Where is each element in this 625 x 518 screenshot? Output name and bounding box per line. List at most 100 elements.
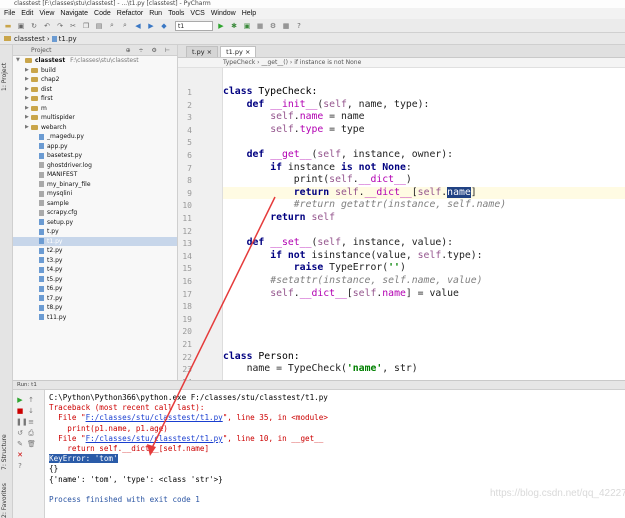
run-config-select[interactable]: t1	[175, 20, 213, 31]
code-breadcrumb[interactable]: TypeCheck › __get__() › if instance is n…	[178, 58, 625, 68]
scroll-up-icon[interactable]: ↑	[27, 396, 35, 404]
file-icon	[39, 295, 44, 301]
settings-icon[interactable]: ⚙	[268, 21, 278, 31]
run-title: Run	[17, 382, 28, 388]
menu-refactor[interactable]: Refactor	[117, 10, 143, 17]
menu-run[interactable]: Run	[149, 10, 162, 17]
close-icon[interactable]: ✕	[16, 451, 24, 459]
tab-t1-py[interactable]: t1.py ×	[220, 46, 257, 57]
sdk-icon[interactable]: ▦	[281, 21, 291, 31]
coverage-icon[interactable]: ▣	[242, 21, 252, 31]
tree-file-item[interactable]: t1.py	[13, 236, 177, 246]
sync-icon[interactable]: ↻	[29, 21, 39, 31]
project-panel-title[interactable]: Project	[31, 47, 52, 54]
menu-file[interactable]: File	[4, 10, 15, 17]
chevron-right-icon[interactable]: ▶	[25, 75, 29, 85]
chevron-right-icon[interactable]: ▶	[25, 94, 29, 104]
code-area[interactable]: class TypeCheck: def __init__(self, name…	[223, 68, 625, 380]
tree-file-item[interactable]: t11.py	[13, 313, 177, 323]
breadcrumb-project[interactable]: classtest	[14, 35, 45, 43]
paste-icon[interactable]: ▤	[94, 21, 104, 31]
redo-icon[interactable]: ↷	[55, 21, 65, 31]
project-tool-tab[interactable]: 1: Project	[1, 51, 12, 91]
file-link[interactable]: F:/classes/stu/classtest/t1.py	[86, 434, 223, 443]
save-icon[interactable]: ▣	[16, 21, 26, 31]
tree-file-item[interactable]: t8.py	[13, 303, 177, 313]
help-icon[interactable]: ?	[294, 21, 304, 31]
find-icon[interactable]: ⌕	[107, 21, 117, 31]
menu-view[interactable]: View	[39, 10, 54, 17]
tab-t-py[interactable]: t.py ×	[186, 46, 219, 57]
menu-tools[interactable]: Tools	[168, 10, 184, 17]
tree-file-item[interactable]: ghostdriver.log	[13, 161, 177, 171]
tree-folder-item[interactable]: ▶ multispider	[13, 113, 177, 123]
tree-file-item[interactable]: sample	[13, 199, 177, 209]
tree-file-item[interactable]: mysqlini	[13, 189, 177, 199]
wrap-icon[interactable]: ≡	[27, 418, 35, 426]
structure-tool-tab[interactable]: 7: Structure	[1, 430, 12, 470]
panel-actions-icon[interactable]: ⊕ ÷ ⚙ ⊢	[126, 45, 173, 56]
project-panel: Project ⊕ ÷ ⚙ ⊢ ▼ classtest F:\classes\s…	[13, 45, 178, 380]
chevron-right-icon[interactable]: ▶	[25, 123, 29, 133]
menu-help[interactable]: Help	[242, 10, 256, 17]
code-line: class Person:	[223, 350, 300, 362]
back-icon[interactable]: ◀	[133, 21, 143, 31]
favorites-tool-tab[interactable]: 2: Favorites	[1, 480, 12, 518]
pin-icon[interactable]: ✎	[16, 440, 24, 448]
tree-file-item[interactable]: t7.py	[13, 294, 177, 304]
stop-icon[interactable]: ■	[16, 407, 24, 415]
scroll-down-icon[interactable]: ↓	[27, 407, 35, 415]
chevron-right-icon[interactable]: ▶	[25, 113, 29, 123]
cut-icon[interactable]: ✂	[68, 21, 78, 31]
menu-window[interactable]: Window	[211, 10, 236, 17]
stop-icon[interactable]: ■	[255, 21, 265, 31]
tree-root[interactable]: ▼ classtest F:\classes\stu\classtest	[13, 56, 177, 66]
help-icon[interactable]: ?	[16, 462, 24, 470]
debug-icon[interactable]: ✱	[229, 21, 239, 31]
open-icon[interactable]: ▬	[3, 21, 13, 31]
restore-icon[interactable]: ↺	[16, 429, 24, 437]
tree-folder-item[interactable]: ▶ webarch	[13, 123, 177, 133]
undo-icon[interactable]: ↶	[42, 21, 52, 31]
tree-folder-item[interactable]: ▶ chap2	[13, 75, 177, 85]
tree-folder-item[interactable]: ▶ build	[13, 66, 177, 76]
line-number: 2	[187, 100, 192, 110]
tree-file-item[interactable]: t5.py	[13, 275, 177, 285]
copy-icon[interactable]: ❐	[81, 21, 91, 31]
menu-code[interactable]: Code	[94, 10, 111, 17]
tree-file-item[interactable]: MANIFEST	[13, 170, 177, 180]
file-link[interactable]: F:/classes/stu/classtest/t1.py	[86, 413, 223, 422]
tree-file-item[interactable]: my_binary_file	[13, 180, 177, 190]
tree-folder-item[interactable]: ▶ dist	[13, 85, 177, 95]
trash-icon[interactable]: 🗑	[27, 440, 36, 448]
chevron-right-icon[interactable]: ▶	[25, 104, 29, 114]
close-icon[interactable]: ×	[207, 48, 212, 56]
chevron-down-icon[interactable]: ▼	[16, 56, 20, 66]
tree-file-item[interactable]: scrapy.cfg	[13, 208, 177, 218]
menu-vcs[interactable]: VCS	[190, 10, 204, 17]
run-icon[interactable]: ▶	[216, 21, 226, 31]
menu-navigate[interactable]: Navigate	[60, 10, 88, 17]
breadcrumb-file[interactable]: t1.py	[59, 35, 77, 43]
tree-folder-item[interactable]: ▶ first	[13, 94, 177, 104]
tree-file-item[interactable]: t4.py	[13, 265, 177, 275]
pause-icon[interactable]: ❚❚	[16, 418, 28, 426]
tree-file-item[interactable]: app.py	[13, 142, 177, 152]
tree-file-item[interactable]: _magedu.py	[13, 132, 177, 142]
tree-file-item[interactable]: basetest.py	[13, 151, 177, 161]
tree-file-item[interactable]: t3.py	[13, 256, 177, 266]
chevron-right-icon[interactable]: ▶	[25, 85, 29, 95]
rerun-icon[interactable]: ▶	[16, 396, 24, 404]
forward-icon[interactable]: ▶	[146, 21, 156, 31]
breadcrumb: classtest › t1.py	[0, 33, 625, 45]
chevron-right-icon[interactable]: ▶	[25, 66, 29, 76]
print-icon[interactable]: ⎙	[27, 429, 35, 437]
menu-edit[interactable]: Edit	[21, 10, 33, 17]
tree-file-item[interactable]: setup.py	[13, 218, 177, 228]
close-icon[interactable]: ×	[245, 48, 250, 56]
tree-folder-item[interactable]: ▶ m	[13, 104, 177, 114]
tree-file-item[interactable]: t2.py	[13, 246, 177, 256]
replace-icon[interactable]: ⌕	[120, 21, 130, 31]
tree-file-item[interactable]: t.py	[13, 227, 177, 237]
tree-file-item[interactable]: t6.py	[13, 284, 177, 294]
